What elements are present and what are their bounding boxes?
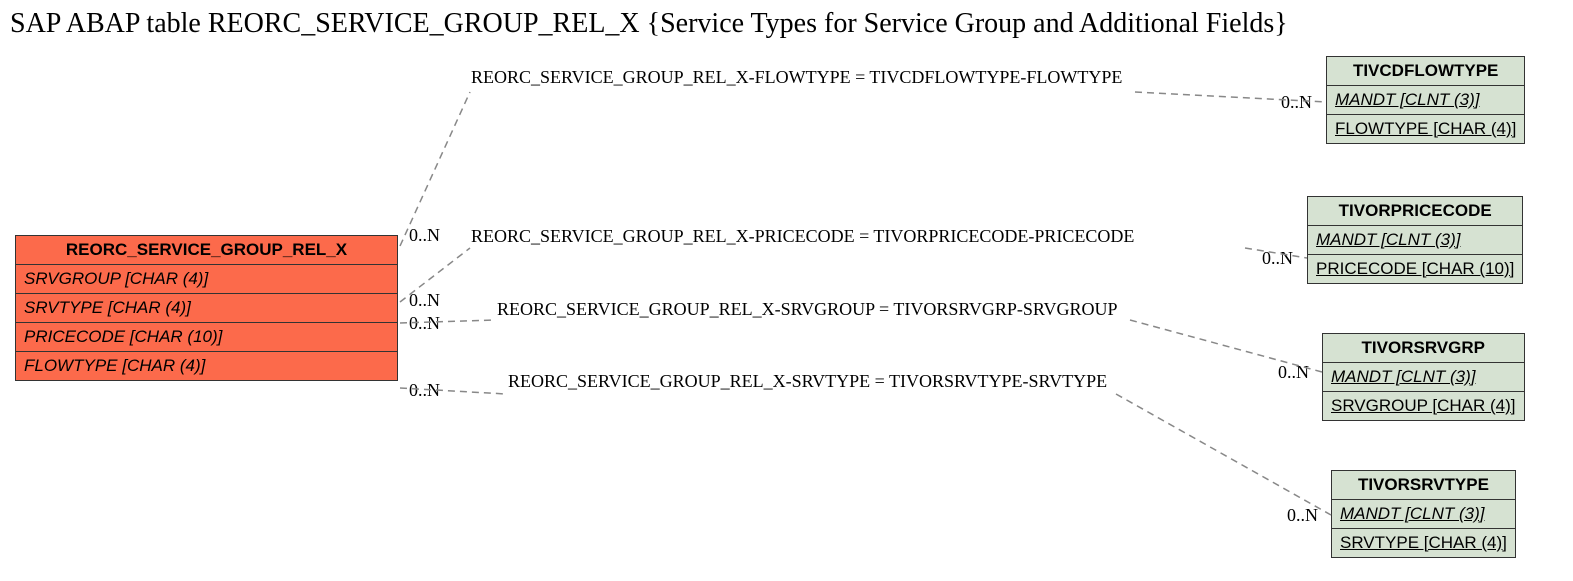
entity-header: TIVORSRVGRP [1323,334,1525,363]
entity-header: TIVORPRICECODE [1308,197,1523,226]
entity-field: FLOWTYPE [CHAR (4)] [1327,115,1525,144]
entity-tivorsrvtype: TIVORSRVTYPE MANDT [CLNT (3)] SRVTYPE [C… [1331,470,1516,558]
entity-field: SRVGROUP [CHAR (4)] [1323,392,1525,421]
cardinality-label: 0..N [1278,362,1309,383]
diagram-title: SAP ABAP table REORC_SERVICE_GROUP_REL_X… [10,8,1288,40]
entity-field: SRVTYPE [CHAR (4)] [1332,529,1516,558]
cardinality-label: 0..N [1287,505,1318,526]
entity-main-field: SRVTYPE [CHAR (4)] [16,294,398,323]
cardinality-label: 0..N [409,380,440,401]
relation-label: REORC_SERVICE_GROUP_REL_X-PRICECODE = TI… [471,226,1134,247]
entity-tivcdflowtype: TIVCDFLOWTYPE MANDT [CLNT (3)] FLOWTYPE … [1326,56,1525,144]
cardinality-label: 0..N [409,313,440,334]
cardinality-label: 0..N [1262,248,1293,269]
entity-main-field: PRICECODE [CHAR (10)] [16,323,398,352]
relation-label: REORC_SERVICE_GROUP_REL_X-SRVGROUP = TIV… [497,299,1118,320]
relation-label: REORC_SERVICE_GROUP_REL_X-FLOWTYPE = TIV… [471,67,1122,88]
entity-main-header: REORC_SERVICE_GROUP_REL_X [16,236,398,265]
entity-tivorpricecode: TIVORPRICECODE MANDT [CLNT (3)] PRICECOD… [1307,196,1523,284]
entity-main: REORC_SERVICE_GROUP_REL_X SRVGROUP [CHAR… [15,235,398,381]
cardinality-label: 0..N [1281,92,1312,113]
entity-key: MANDT [CLNT (3)] [1308,226,1523,255]
entity-header: TIVORSRVTYPE [1332,471,1516,500]
entity-main-field: SRVGROUP [CHAR (4)] [16,265,398,294]
cardinality-label: 0..N [409,225,440,246]
entity-key: MANDT [CLNT (3)] [1327,86,1525,115]
entity-field: PRICECODE [CHAR (10)] [1308,255,1523,284]
entity-header: TIVCDFLOWTYPE [1327,57,1525,86]
entity-key: MANDT [CLNT (3)] [1332,500,1516,529]
relation-label: REORC_SERVICE_GROUP_REL_X-SRVTYPE = TIVO… [508,371,1107,392]
entity-main-field: FLOWTYPE [CHAR (4)] [16,352,398,381]
entity-tivorsrvgrp: TIVORSRVGRP MANDT [CLNT (3)] SRVGROUP [C… [1322,333,1525,421]
entity-key: MANDT [CLNT (3)] [1323,363,1525,392]
cardinality-label: 0..N [409,290,440,311]
